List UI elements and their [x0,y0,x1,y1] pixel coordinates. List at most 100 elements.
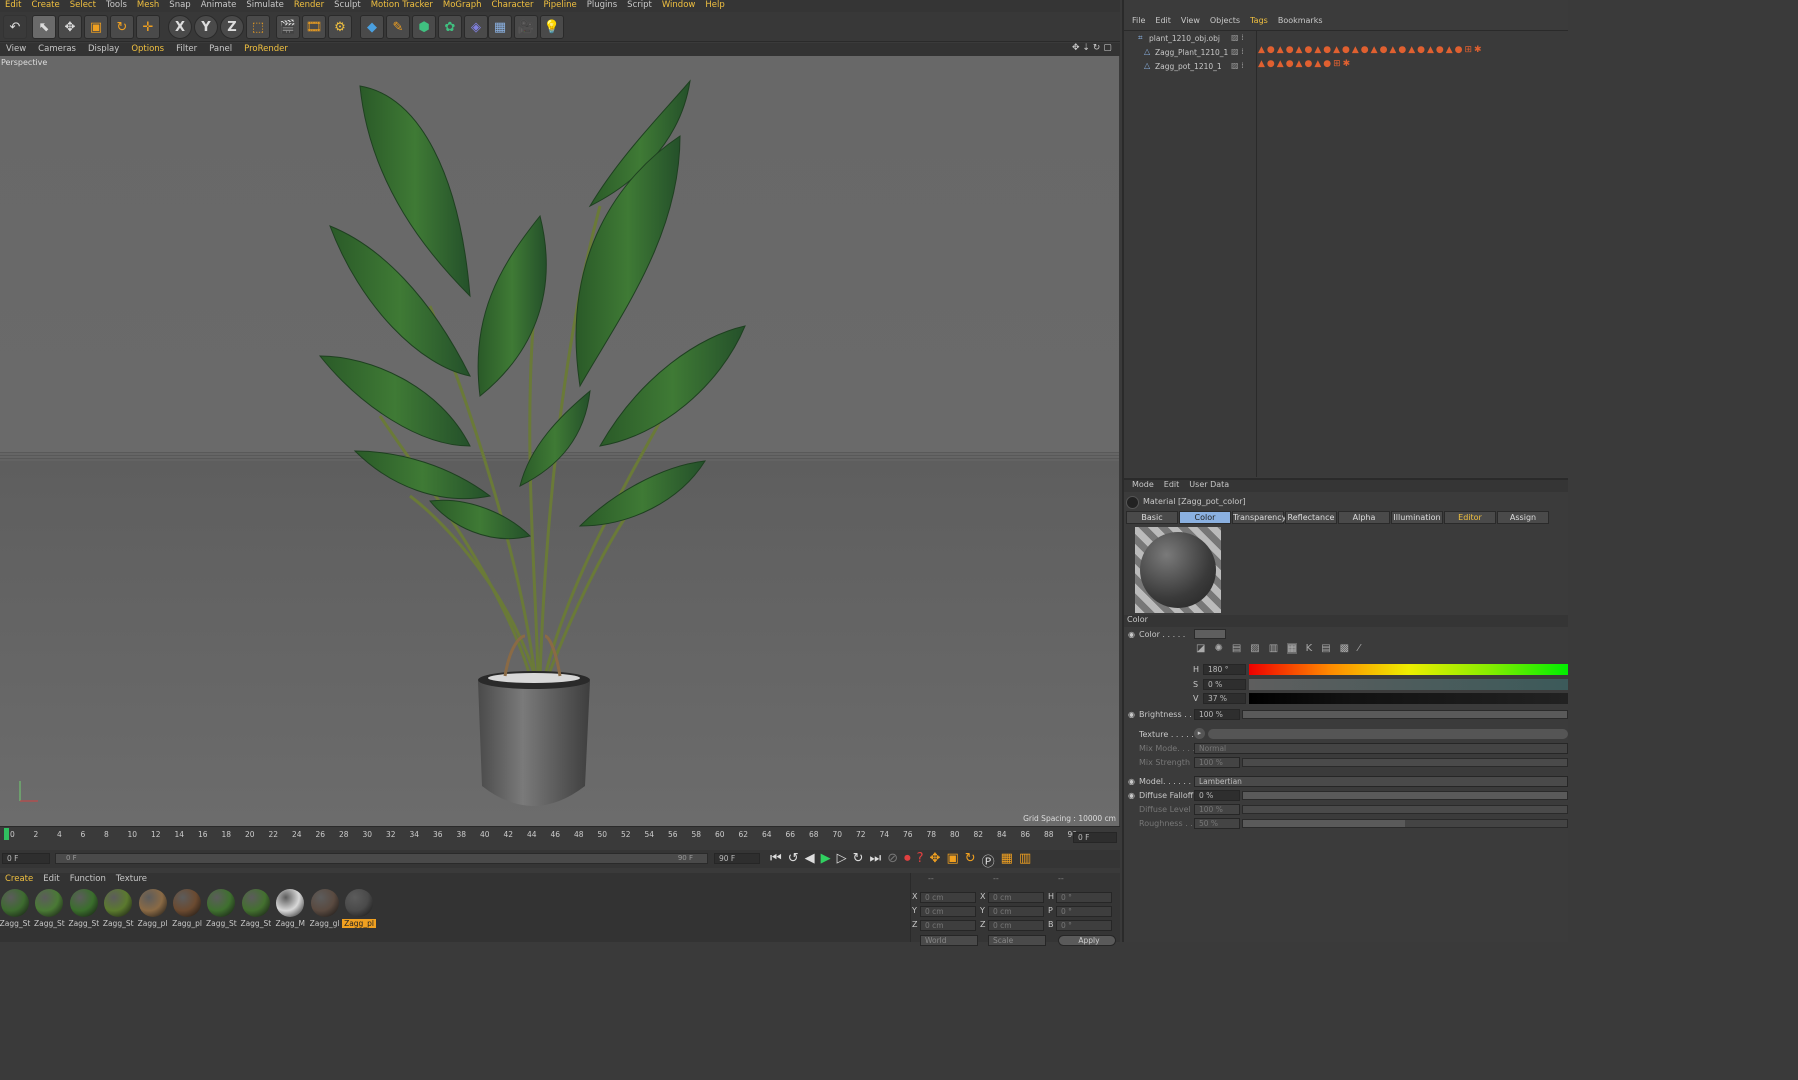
object-name[interactable]: Zagg_pot_1210_1 [1155,62,1222,71]
keyframe-selection-icon[interactable]: ? [917,851,924,870]
cube-primitive-icon[interactable]: ◆ [360,15,384,39]
tab-illumination[interactable]: Illumination [1391,511,1443,524]
diffuse-falloff-field[interactable]: 0 % [1194,790,1240,801]
tab-basic[interactable]: Basic [1126,511,1178,524]
objects-menu-edit[interactable]: Edit [1150,16,1176,25]
menu-mograph[interactable]: MoGraph [438,0,487,12]
attributes-menu-user-data[interactable]: User Data [1184,480,1234,489]
swatches-icon[interactable]: ▩ [1340,643,1349,654]
mix-strength-field[interactable]: 100 % [1194,757,1240,768]
viewport-navigation-icons[interactable]: ✥ ⇣ ↻ ▢ [1072,43,1112,53]
brightness-slider[interactable] [1242,710,1568,719]
point-level-key-icon[interactable]: ▦ [1001,851,1013,870]
material-swatch[interactable] [241,889,270,917]
parameter-key-icon[interactable]: Ⓟ [982,851,995,870]
visibility-toggle-icon[interactable]: ▨ ⁞ [1231,61,1244,70]
viewport-menu-options[interactable]: Options [125,43,170,56]
go-to-start-icon[interactable]: ⏮ [770,851,782,870]
saturation-slider[interactable] [1249,679,1568,690]
tab-transparency[interactable]: Transparency [1232,511,1286,524]
coord-field[interactable]: 0 cm [920,892,976,903]
menu-render[interactable]: Render [289,0,329,12]
previous-key-icon[interactable]: ↺ [788,851,799,870]
coord-field[interactable]: 0 cm [920,920,976,931]
objects-menu-bookmarks[interactable]: Bookmarks [1273,16,1328,25]
menu-simulate[interactable]: Simulate [241,0,289,12]
undo-icon[interactable]: ↶ [3,15,27,39]
visibility-toggle-icon[interactable]: ▨ ⁞ [1231,33,1244,42]
apply-button[interactable]: Apply [1058,935,1116,946]
rotation-key-icon[interactable]: ↻ [965,851,976,870]
mix-mode-select[interactable]: Normal [1194,743,1568,754]
pen-spline-icon[interactable]: ✎ [386,15,410,39]
select-tool-icon[interactable]: ⬉ [32,15,56,39]
roughness-field[interactable]: 50 % [1194,818,1240,829]
brightness-radio[interactable]: ◉ [1128,710,1135,719]
material-swatch[interactable] [1,889,29,917]
menu-help[interactable]: Help [700,0,729,12]
tab-reflectance[interactable]: Reflectance [1285,511,1337,524]
attributes-menu-edit[interactable]: Edit [1159,480,1185,489]
menu-edit[interactable]: Edit [0,0,26,12]
viewport-menu-panel[interactable]: Panel [203,43,238,56]
rgb-mode-icon[interactable]: ▥ [1269,643,1278,654]
viewport-menu-filter[interactable]: Filter [170,43,203,56]
render-settings-icon[interactable]: ⚙ [328,15,352,39]
viewport-menu-prorender[interactable]: ProRender [238,43,294,56]
menu-character[interactable]: Character [486,0,538,12]
hsv-mode-icon[interactable]: ▦ [1287,643,1297,654]
coord-system-select[interactable]: World [920,935,978,946]
scale-key-icon[interactable]: ▣ [946,851,958,870]
coord-field[interactable]: 0 cm [988,906,1044,917]
eyedropper-icon[interactable]: ⁄ [1358,643,1360,654]
coord-field[interactable]: 0 cm [988,920,1044,931]
mograph-cloner-icon[interactable]: ✿ [438,15,462,39]
coord-field[interactable]: 0 ° [1056,906,1112,917]
camera-icon[interactable]: 🎥 [514,15,538,39]
menu-pipeline[interactable]: Pipeline [538,0,581,12]
plant-material-tags[interactable]: ▲●▲●▲●▲●▲●▲●▲●▲●▲●▲●▲●⊞✱ [1258,45,1484,55]
object-name[interactable]: Zagg_Plant_1210_1 [1155,48,1228,57]
plant-model[interactable] [0,56,1119,826]
mixer-icon[interactable]: ▤ [1321,643,1330,654]
scale-tool-icon[interactable]: ▣ [84,15,108,39]
material-swatch[interactable] [276,889,305,917]
visibility-toggle-icon[interactable]: ▨ ⁞ [1231,47,1244,56]
tab-color[interactable]: Color [1179,511,1231,524]
hue-slider[interactable] [1249,664,1568,675]
diffuse-level-field[interactable]: 100 % [1194,804,1240,815]
tab-alpha[interactable]: Alpha [1338,511,1390,524]
material-swatch[interactable] [104,889,133,917]
roughness-slider[interactable] [1242,819,1568,828]
s-field[interactable]: 0 % [1203,679,1246,690]
render-view-icon[interactable]: 🎬 [276,15,300,39]
floor-environment-icon[interactable]: ▦ [488,15,512,39]
kelvin-mode-icon[interactable]: K [1306,643,1313,654]
h-field[interactable]: 180 ° [1203,664,1246,675]
record-active-icon[interactable]: ⊘ [887,851,898,870]
coord-field[interactable]: 0 cm [920,906,976,917]
material-swatch[interactable] [69,889,98,917]
menu-mesh[interactable]: Mesh [132,0,164,12]
brightness-field[interactable]: 100 % [1194,709,1240,720]
z-axis-lock-icon[interactable]: Z [220,15,244,39]
max-frame-field[interactable]: 90 F [714,853,760,864]
color-enable-radio[interactable]: ◉ [1128,630,1135,639]
menu-select[interactable]: Select [65,0,101,12]
material-menu-texture[interactable]: Texture [111,873,152,885]
material-swatch[interactable] [310,889,339,917]
coord-field[interactable]: 0 ° [1056,920,1112,931]
objects-menu-tags[interactable]: Tags [1245,16,1273,25]
value-slider[interactable] [1249,693,1568,704]
spectrum-icon[interactable]: ✺ [1214,643,1222,654]
menu-animate[interactable]: Animate [196,0,242,12]
model-radio[interactable]: ◉ [1128,777,1135,786]
menu-snap[interactable]: Snap [164,0,195,12]
position-key-icon[interactable]: ✥ [930,851,941,870]
tab-assign[interactable]: Assign [1497,511,1549,524]
v-field[interactable]: 37 % [1203,693,1246,704]
light-icon[interactable]: 💡 [540,15,564,39]
material-menu-edit[interactable]: Edit [38,873,64,885]
current-frame-field[interactable]: 0 F [2,853,50,864]
menu-tools[interactable]: Tools [101,0,132,12]
